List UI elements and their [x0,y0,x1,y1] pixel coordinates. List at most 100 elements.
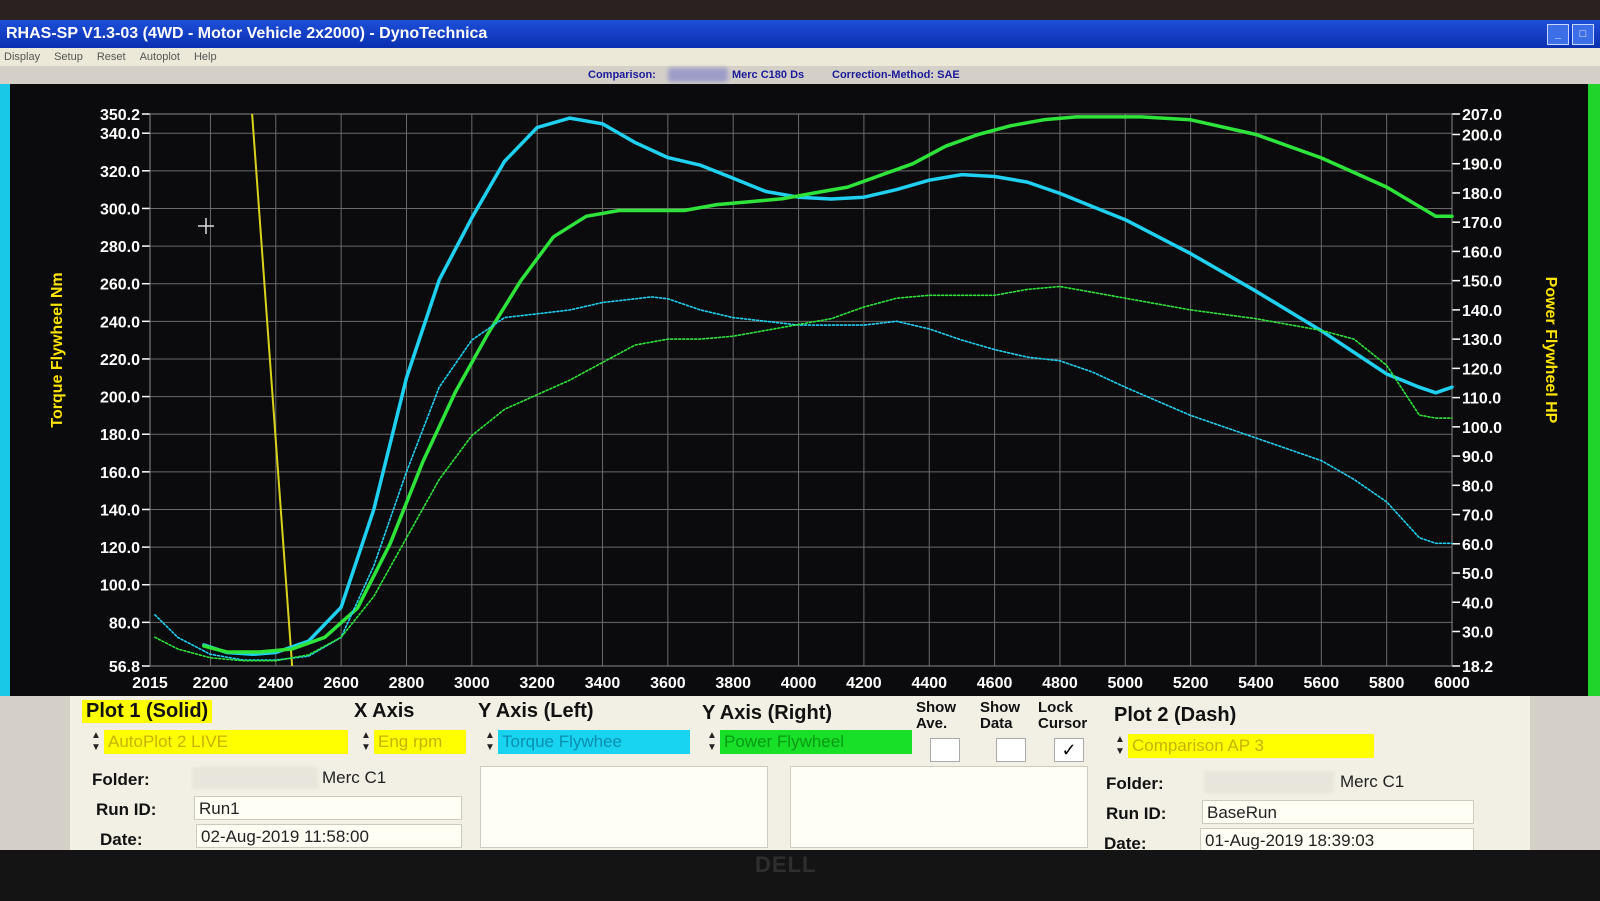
y-right-axis-label: Power Flywheel HP [1542,277,1559,424]
monitor-bezel: DELL [0,850,1600,901]
plot1-date-label: Date: [100,830,143,849]
y-left-axis-label: Torque Flywheel Nm [49,272,66,427]
y-right-tick-label: 160.0 [1462,244,1502,261]
y-right-tick-label: 150.0 [1462,274,1502,291]
plot1-date-field[interactable]: 02-Aug-2019 11:58:00 [196,824,462,848]
plot2-date-field[interactable]: 01-Aug-2019 18:39:03 [1200,828,1474,852]
y-right-tick-label: 70.0 [1462,508,1493,525]
y-right-tick-label: 90.0 [1462,449,1493,466]
show-data-label: Show Data [980,699,1020,732]
y-left-tick-label: 200.0 [100,390,140,407]
plot1-runid-label: Run ID: [96,800,157,819]
window-titlebar: RHAS-SP V1.3-03 (4WD - Motor Vehicle 2x2… [0,20,1600,48]
x-axis-header: X Axis [354,700,415,722]
series-cyan-solid [202,116,1454,657]
plot2-spinner[interactable]: ▲ ▼ [1114,734,1126,758]
y-right-tick-label: 170.0 [1462,215,1502,232]
y-left-tick-label: 180.0 [100,427,140,444]
x-tick-label: 4200 [846,675,882,692]
x-tick-label: 4600 [977,675,1013,692]
menu-display[interactable]: Display [4,51,40,63]
y-left-tick-label: 100.0 [100,578,140,595]
plot1-notes-panel [480,766,768,848]
menu-autoplot[interactable]: Autoplot [140,51,180,63]
x-tick-label: 2200 [193,675,229,692]
plot1-spinner[interactable]: ▲ ▼ [90,730,102,754]
maximize-button[interactable]: □ [1572,24,1594,45]
cursor-marker-line[interactable] [251,113,294,667]
y-left-tick-label: 80.0 [109,615,140,632]
y-right-tick-label: 130.0 [1462,332,1502,349]
y-left-spinner[interactable]: ▲ ▼ [484,730,496,754]
y-right-tick-label: 80.0 [1462,478,1493,495]
minimize-button[interactable]: _ [1547,24,1569,45]
menu-reset[interactable]: Reset [97,51,126,63]
x-tick-label: 5200 [1173,675,1209,692]
y-left-tick-label: 280.0 [100,239,140,256]
plot1-runid-field[interactable]: Run1 [194,796,462,820]
x-tick-label: 5600 [1304,675,1340,692]
plot1-folder-value: Merc C1 [322,768,387,787]
plot2-folder-value: Merc C1 [1340,772,1405,791]
y-right-select[interactable]: Power Flywheel [720,730,912,754]
series-cyan-dashed [154,296,1453,661]
menu-help[interactable]: Help [194,51,217,63]
y-right-tick-label: 18.2 [1462,659,1493,676]
menu-setup[interactable]: Setup [54,51,83,63]
x-tick-label: 4800 [1042,675,1078,692]
x-tick-label: 3400 [585,675,621,692]
x-tick-label: 3600 [650,675,686,692]
y-left-tick-label: 340.0 [100,126,140,143]
plot2-header: Plot 2 (Dash) [1114,704,1237,726]
window-title: RHAS-SP V1.3-03 (4WD - Motor Vehicle 2x2… [6,25,488,42]
x-tick-label: 5800 [1369,675,1405,692]
y-left-header: Y Axis (Left) [478,700,594,722]
y-right-spinner[interactable]: ▲ ▼ [706,730,718,754]
series-green-dashed [154,285,1453,662]
y-left-tick-label: 260.0 [100,277,140,294]
x-axis-spinner[interactable]: ▲ ▼ [360,730,372,754]
x-axis-select[interactable]: Eng rpm [374,730,466,754]
x-tick-label: 3200 [519,675,555,692]
plot2-folder-label: Folder: [1106,774,1164,793]
comparison-label: Comparison: [588,69,656,81]
x-tick-label: 2800 [389,675,425,692]
plot1-source-select[interactable]: AutoPlot 2 LIVE [104,730,348,754]
y-right-tick-label: 40.0 [1462,595,1493,612]
x-tick-label: 3000 [454,675,490,692]
y-right-tick-label: 100.0 [1462,420,1502,437]
x-tick-label: 4000 [781,675,817,692]
x-tick-label: 5400 [1238,675,1274,692]
y-left-tick-label: 140.0 [100,502,140,519]
menu-bar: Display Setup Reset Autoplot Help [0,48,1600,66]
monitor-brand-logo: DELL [755,852,817,877]
plot2-runid-field[interactable]: BaseRun [1202,800,1474,824]
y-left-select[interactable]: Torque Flywhee [498,730,690,754]
correction-method: Correction-Method: SAE [832,69,960,81]
y-left-tick-label: 350.2 [100,107,140,124]
vehicle-name: Merc C180 Ds [732,69,805,81]
x-tick-label: 5000 [1107,675,1143,692]
y-left-tick-label: 120.0 [100,540,140,557]
y-left-tick-label: 160.0 [100,465,140,482]
y-right-tick-label: 200.0 [1462,127,1502,144]
x-tick-label: 4400 [911,675,947,692]
lock-cursor-checkbox[interactable]: ✓ [1054,738,1084,762]
plot2-notes-panel [790,766,1088,848]
y-right-tick-label: 120.0 [1462,361,1502,378]
y-left-tick-label: 320.0 [100,164,140,181]
y-right-tick-label: 60.0 [1462,537,1493,554]
dyno-chart-area: 2015 2200 2400 2600 2800 3000 3200 3400 3600 3800… [0,84,1600,696]
redacted-box [668,68,728,82]
x-tick-label: 2015 [132,675,168,692]
lock-cursor-label: Lock Cursor [1038,699,1088,732]
plot2-source-select[interactable]: Comparison AP 3 [1128,734,1374,758]
info-bar: Comparison: Merc C180 Ds Correction-Meth… [0,66,1600,84]
x-tick-label: 2600 [323,675,359,692]
show-ave-checkbox[interactable] [930,738,960,762]
dyno-chart[interactable]: 2015 2200 2400 2600 2800 3000 3200 3400 3600 3800… [0,84,1600,696]
plot1-header: Plot 1 (Solid) [82,700,213,723]
show-data-checkbox[interactable] [996,738,1026,762]
plot2-runid-label: Run ID: [1106,804,1167,823]
y-right-tick-label: 190.0 [1462,157,1502,174]
